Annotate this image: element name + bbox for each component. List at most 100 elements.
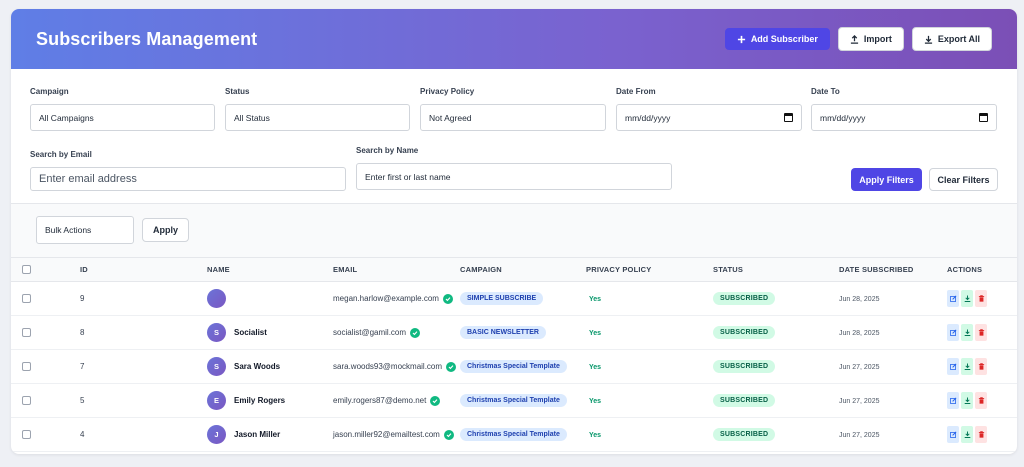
avatar [207, 289, 226, 308]
download-icon[interactable] [961, 392, 973, 409]
campaign-badge: Christmas Special Template [460, 360, 567, 373]
verified-check-icon [443, 429, 454, 440]
trash-icon[interactable] [975, 358, 987, 375]
bulk-actions-bar: Bulk Actions Apply [11, 203, 1017, 257]
email-search-placeholder: Enter email address [39, 173, 137, 185]
calendar-icon[interactable] [979, 113, 988, 122]
subscriber-name: Socialist [234, 328, 267, 337]
verified-check-icon [430, 395, 441, 406]
verified-check-icon [446, 361, 457, 372]
subscriber-name-cell: S Sara Woods [207, 357, 333, 376]
header-actions: Add Subscriber Import Export All [724, 27, 992, 51]
privacy-policy-value: Yes [589, 398, 602, 405]
row-actions [947, 392, 1017, 409]
privacy-policy-value: Not Agreed [429, 112, 472, 123]
table-row: 9 megan.harlow@example.com SIMPLE SUBSCRIB… [11, 282, 1017, 316]
apply-filters-button[interactable]: Apply Filters [851, 168, 922, 191]
status-badge: SUBSCRIBED [713, 428, 776, 441]
subscriber-name: Emily Rogers [234, 396, 286, 405]
privacy-policy-value: Yes [589, 296, 602, 303]
download-icon[interactable] [961, 358, 973, 375]
date-to-value: mm/dd/yyyy [820, 112, 866, 123]
status-badge: SUBSCRIBED [713, 292, 776, 305]
privacy-policy-label: Privacy Policy [420, 87, 475, 96]
filters-panel: Campaign All Campaigns Status All Status… [11, 69, 1017, 206]
bulk-actions-select[interactable]: Bulk Actions [36, 216, 134, 244]
email-search-input[interactable]: Enter email address [30, 167, 346, 191]
row-actions [947, 426, 1017, 443]
date-subscribed: Jun 27, 2025 [839, 432, 880, 439]
row-id: 7 [80, 362, 85, 371]
status-select[interactable]: All Status [225, 104, 410, 131]
email-cell: megan.harlow@example.com [333, 293, 460, 304]
download-icon[interactable] [961, 426, 973, 443]
date-to-label: Date To [811, 87, 840, 96]
column-header-privacy-policy: PRIVACY POLICY [586, 265, 652, 274]
download-icon[interactable] [961, 290, 973, 307]
subscriber-name-cell: S Socialist [207, 323, 333, 342]
row-checkbox[interactable] [22, 362, 31, 372]
date-to-input[interactable]: mm/dd/yyyy [811, 104, 997, 131]
privacy-policy-value: Yes [589, 432, 602, 439]
date-subscribed: Jun 28, 2025 [839, 296, 880, 303]
email-cell: emily.rogers87@demo.net [333, 395, 460, 406]
campaign-select[interactable]: All Campaigns [30, 104, 215, 131]
row-id: 5 [80, 396, 85, 405]
edit-icon[interactable] [947, 426, 959, 443]
download-icon[interactable] [961, 324, 973, 341]
campaign-badge: BASIC NEWSLETTER [460, 326, 546, 339]
page-title: Subscribers Management [36, 28, 258, 49]
row-checkbox[interactable] [22, 328, 31, 338]
bulk-apply-button[interactable]: Apply [142, 218, 189, 242]
plus-icon [737, 35, 745, 43]
date-from-input[interactable]: mm/dd/yyyy [616, 104, 802, 131]
avatar: J [207, 425, 226, 444]
bulk-actions-value: Bulk Actions [45, 225, 92, 235]
import-button[interactable]: Import [837, 27, 904, 51]
trash-icon[interactable] [975, 324, 987, 341]
edit-icon[interactable] [947, 324, 959, 341]
date-from-value: mm/dd/yyyy [625, 112, 671, 123]
table-header-row: ID NAME EMAIL CAMPAIGN PRIVACY POLICY ST… [11, 257, 1017, 282]
subscriber-name: Sara Woods [234, 362, 281, 371]
clear-filters-button[interactable]: Clear Filters [929, 168, 998, 191]
trash-icon[interactable] [975, 426, 987, 443]
campaign-badge: Christmas Special Template [460, 394, 567, 407]
edit-icon[interactable] [947, 290, 959, 307]
add-subscriber-button[interactable]: Add Subscriber [724, 28, 830, 50]
column-header-campaign: CAMPAIGN [460, 265, 502, 274]
subscriber-name-cell: J Jason Miller [207, 425, 333, 444]
row-checkbox[interactable] [22, 430, 31, 440]
privacy-policy-value: Yes [589, 364, 602, 371]
subscriber-email: emily.rogers87@demo.net [333, 396, 427, 405]
name-search-placeholder: Enter first or last name [365, 171, 451, 182]
subscriber-email: sara.woods93@mockmail.com [333, 362, 443, 371]
column-header-actions: ACTIONS [947, 265, 983, 274]
column-header-date-subscribed: DATE SUBSCRIBED [839, 265, 914, 274]
table-row: 5 E Emily Rogers emily.rogers87@demo.net Chr… [11, 384, 1017, 418]
status-label: Status [225, 87, 250, 96]
edit-icon[interactable] [947, 392, 959, 409]
calendar-icon[interactable] [784, 113, 793, 122]
import-label: Import [863, 34, 892, 44]
name-search-input[interactable]: Enter first or last name [356, 163, 672, 190]
privacy-policy-value: Yes [589, 330, 602, 337]
select-all-checkbox[interactable] [22, 265, 31, 275]
edit-icon[interactable] [947, 358, 959, 375]
subscriber-email: megan.harlow@example.com [333, 294, 439, 303]
email-cell: sara.woods93@mockmail.com [333, 361, 460, 372]
column-header-email: EMAIL [333, 265, 358, 274]
date-from-label: Date From [616, 87, 656, 96]
campaign-badge: SIMPLE SUBSCRIBE [460, 292, 544, 305]
export-all-label: Export All [937, 34, 980, 44]
row-checkbox[interactable] [22, 396, 31, 406]
subscriber-name-cell [207, 289, 333, 308]
avatar: S [207, 357, 226, 376]
row-checkbox[interactable] [22, 294, 31, 304]
date-subscribed: Jun 27, 2025 [839, 364, 880, 371]
subscriber-email: socialist@gamil.com [333, 328, 407, 337]
privacy-policy-select[interactable]: Not Agreed [420, 104, 606, 131]
export-all-button[interactable]: Export All [911, 27, 992, 51]
trash-icon[interactable] [975, 392, 987, 409]
trash-icon[interactable] [975, 290, 987, 307]
